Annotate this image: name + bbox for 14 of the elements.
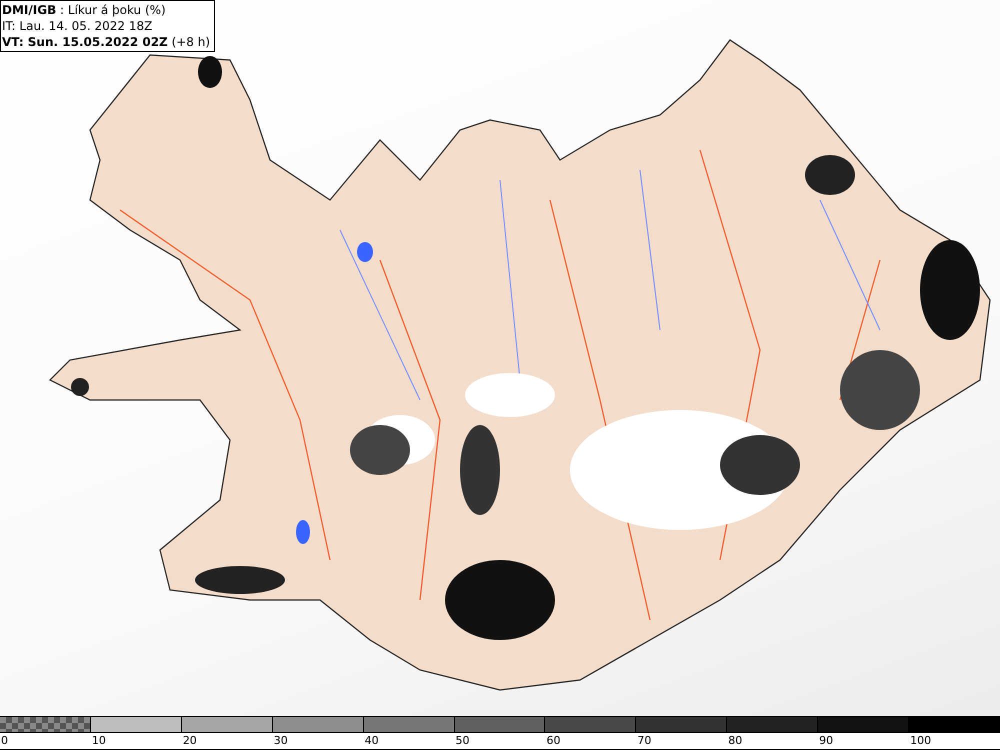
legend-tick-label: 20 <box>182 734 197 747</box>
map-info-text: DMI/IGB : Líkur á þoku (%) <box>2 2 167 18</box>
legend-tick-label: 90 <box>819 734 834 747</box>
legend-tick-label: 70 <box>637 734 652 747</box>
map-info-text: VT: Sun. 15.05.2022 02Z (+8 h) <box>2 34 210 50</box>
legend-tick-label: 50 <box>456 734 470 747</box>
legend-tick-label: 80 <box>728 734 742 747</box>
legend-tick-label: 30 <box>274 734 288 747</box>
legend-tick-label: 100 <box>910 734 932 747</box>
legend-tick-label: 60 <box>546 734 560 747</box>
legend-tick-label: 0 <box>1 734 8 747</box>
legend-tick-label: 40 <box>364 734 379 747</box>
legend-tick-label: 10 <box>92 734 106 747</box>
map-info-text: IT: Lau. 14. 05. 2022 18Z <box>2 18 154 34</box>
